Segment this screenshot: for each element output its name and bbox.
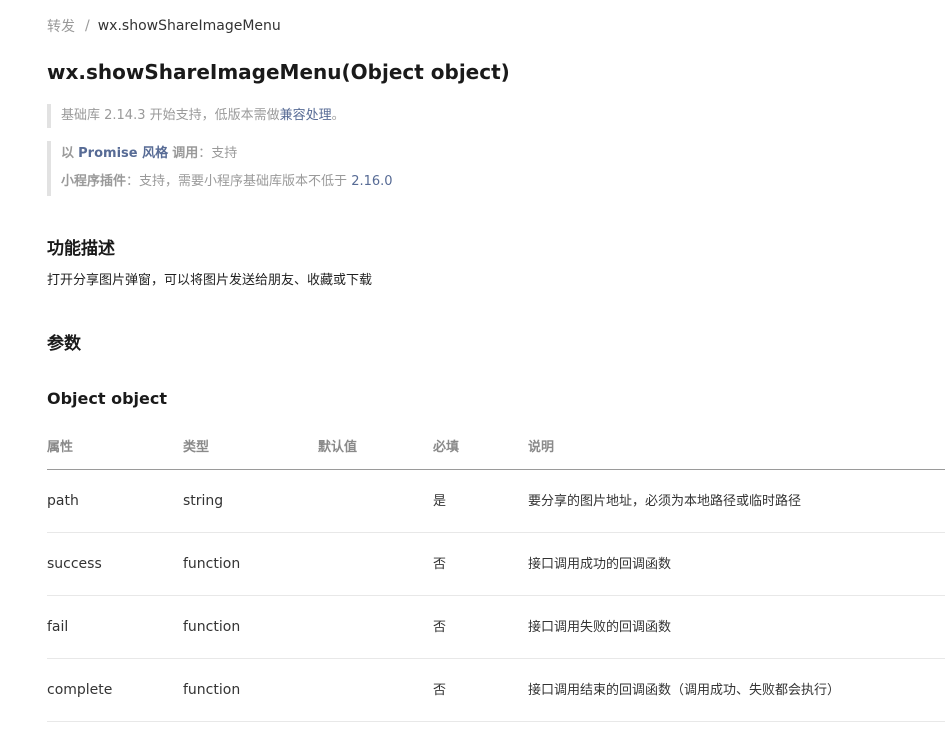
cell-description: 接口调用成功的回调函数 [528, 557, 672, 572]
cell-description: 接口调用失败的回调函数 [528, 620, 672, 635]
breadcrumb: 转发 / wx.showShareImageMenu [47, 16, 281, 36]
plugin-colon: ： [126, 174, 140, 189]
table-header-required: 必填 [433, 440, 460, 455]
table-header-row: 属性 类型 默认值 必填 说明 [47, 425, 945, 470]
cell-description: 要分享的图片地址，必须为本地路径或临时路径 [528, 494, 802, 509]
compat-handling-link[interactable]: 兼容处理 [280, 108, 332, 123]
promise-support-line: 以 Promise 风格 调用：支持 [61, 141, 393, 169]
support-note-prefix: 基础库 2.14.3 开始支持，低版本需做 [61, 108, 280, 123]
support-details-note: 以 Promise 风格 调用：支持 小程序插件：支持，需要小程序基础库版本不低… [47, 141, 393, 196]
section-title-description: 功能描述 [47, 239, 115, 259]
table-header-property: 属性 [47, 440, 74, 455]
plugin-support-text: 支持，需要小程序基础库版本不低于 [139, 174, 348, 189]
plugin-version-link[interactable]: 2.16.0 [351, 174, 392, 189]
support-note-suffix: 。 [331, 108, 345, 123]
cell-required: 否 [433, 557, 447, 572]
table-header-type: 类型 [183, 440, 210, 455]
cell-type: function [183, 619, 241, 635]
cell-type: string [183, 493, 224, 509]
promise-label-suffix: 调用 [172, 146, 199, 161]
promise-label-prefix: 以 [61, 146, 75, 161]
cell-required: 是 [433, 494, 447, 509]
cell-type: function [183, 556, 241, 572]
breadcrumb-parent-link[interactable]: 转发 [47, 16, 75, 36]
description-text: 打开分享图片弹窗，可以将图片发送给朋友、收藏或下载 [47, 273, 373, 288]
table-header-default: 默认值 [318, 440, 358, 455]
cell-type: function [183, 682, 241, 698]
cell-required: 否 [433, 620, 447, 635]
plugin-support-line: 小程序插件：支持，需要小程序基础库版本不低于 2.16.0 [61, 169, 393, 197]
support-note: 基础库 2.14.3 开始支持，低版本需做兼容处理。 [47, 104, 345, 128]
table-row: complete function 否 接口调用结束的回调函数（调用成功、失败都… [47, 659, 945, 722]
cell-property: fail [47, 619, 69, 635]
promise-support-value: 支持 [211, 146, 238, 161]
table-row: path string 是 要分享的图片地址，必须为本地路径或临时路径 [47, 470, 945, 533]
params-table: 属性 类型 默认值 必填 说明 path string 是 要分享的图片地址，必… [47, 425, 945, 722]
breadcrumb-separator: / [85, 18, 90, 34]
plugin-label: 小程序插件 [61, 174, 127, 189]
table-row: fail function 否 接口调用失败的回调函数 [47, 596, 945, 659]
cell-property: success [47, 556, 102, 572]
table-header-description: 说明 [528, 440, 555, 455]
page-title: wx.showShareImageMenu(Object object) [47, 60, 510, 84]
cell-property: path [47, 493, 79, 509]
promise-style-link[interactable]: Promise 风格 [78, 146, 168, 161]
cell-description: 接口调用结束的回调函数（调用成功、失败都会执行） [528, 683, 841, 698]
section-title-params: 参数 [47, 334, 81, 354]
promise-colon: ： [198, 146, 212, 161]
object-param-title: Object object [47, 389, 168, 408]
breadcrumb-current: wx.showShareImageMenu [97, 18, 281, 34]
table-row: success function 否 接口调用成功的回调函数 [47, 533, 945, 596]
cell-required: 否 [433, 683, 447, 698]
cell-property: complete [47, 682, 113, 698]
